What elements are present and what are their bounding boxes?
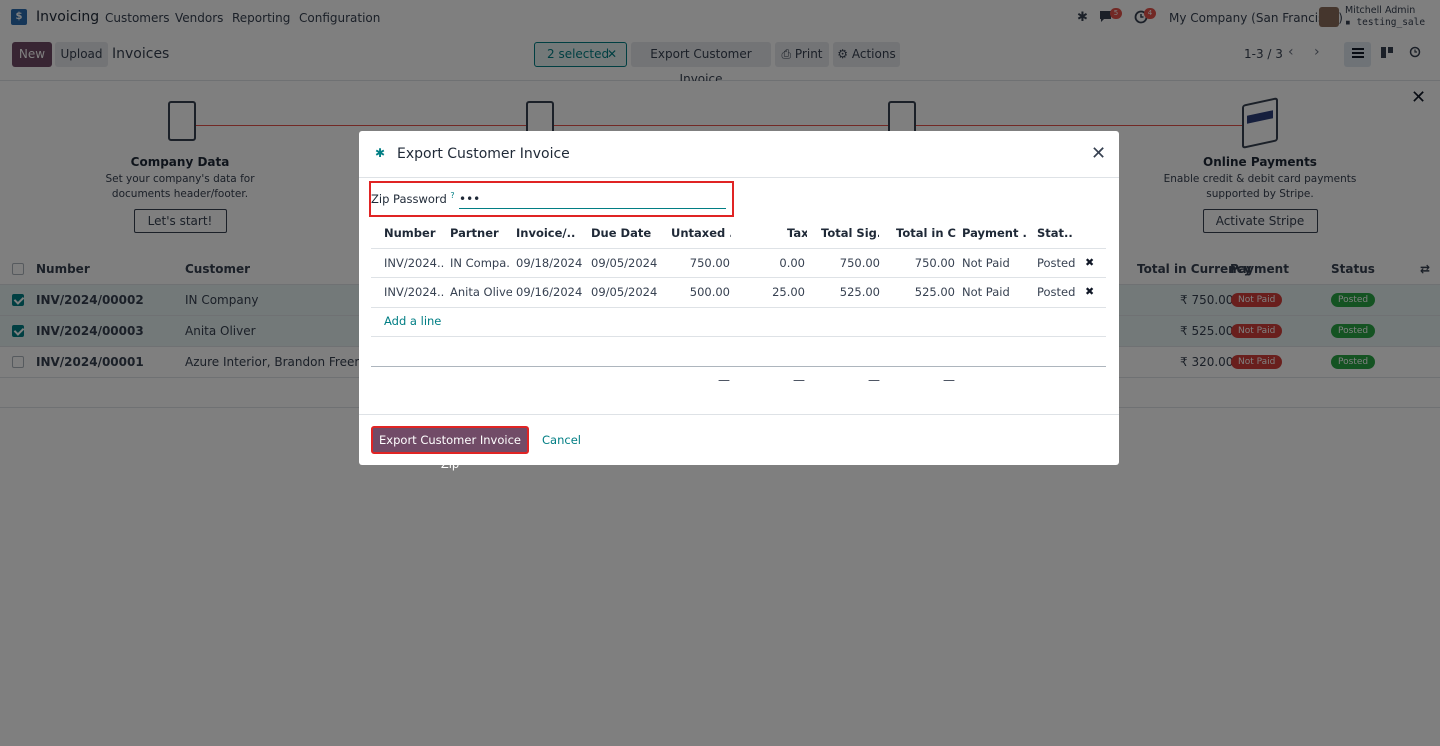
mcell-total-signed[interactable]: 750.00 — [821, 256, 880, 270]
zip-password-input[interactable] — [459, 189, 726, 209]
mcell-total-currency[interactable]: 750.00 — [896, 256, 955, 270]
mcol-number[interactable]: Number — [384, 226, 444, 240]
mcell-untaxed[interactable]: 750.00 — [671, 256, 730, 270]
dialog-header: ✱ Export Customer Invoice ✕ — [359, 131, 1119, 178]
mcol-tax[interactable]: Tax — [787, 226, 807, 240]
divider — [371, 307, 1106, 308]
mcell-total-signed[interactable]: 525.00 — [821, 285, 880, 299]
delete-row-icon[interactable]: ✖ — [1085, 256, 1094, 269]
mcell-untaxed[interactable]: 500.00 — [671, 285, 730, 299]
export-invoice-dialog: ✱ Export Customer Invoice ✕ Zip Password… — [359, 131, 1119, 471]
mcell-number[interactable]: INV/2024... — [384, 285, 444, 299]
mcol-untaxed[interactable]: Untaxed ... — [671, 226, 731, 240]
zip-password-label: Zip Password ? — [371, 191, 455, 206]
mcol-status[interactable]: Stat... — [1037, 226, 1072, 240]
close-icon[interactable]: ✕ — [1091, 143, 1106, 164]
mcell-tax[interactable]: 0.00 — [749, 256, 805, 270]
mcell-tax[interactable]: 25.00 — [749, 285, 805, 299]
total-untaxed: — — [718, 373, 730, 387]
mcol-total-currency[interactable]: Total in C... — [896, 226, 956, 240]
mcol-total-signed[interactable]: Total Sig... — [821, 226, 879, 240]
mcell-number[interactable]: INV/2024... — [384, 256, 444, 270]
mcell-payment[interactable]: Not Paid — [962, 256, 1010, 270]
total-currency: — — [943, 373, 955, 387]
totals-divider — [371, 366, 1106, 367]
mcell-partner[interactable]: Anita Oliver — [450, 285, 512, 299]
cancel-button[interactable]: Cancel — [542, 433, 581, 447]
mcol-partner[interactable]: Partner — [450, 226, 510, 240]
bug-icon: ✱ — [375, 146, 386, 160]
mcell-payment[interactable]: Not Paid — [962, 285, 1010, 299]
mcell-due-date[interactable]: 09/05/2024 — [591, 285, 657, 299]
mcell-due-date[interactable]: 09/05/2024 — [591, 256, 657, 270]
add-line-link[interactable]: Add a line — [384, 314, 441, 328]
total-tax: — — [793, 373, 805, 387]
help-icon[interactable]: ? — [450, 191, 454, 200]
mcell-total-currency[interactable]: 525.00 — [896, 285, 955, 299]
divider — [371, 336, 1106, 337]
mcell-status[interactable]: Posted — [1037, 256, 1075, 270]
export-zip-button[interactable]: Export Customer Invoice Zip — [371, 426, 529, 471]
mcell-invoice-date[interactable]: 09/16/2024 — [516, 285, 582, 299]
mcol-payment[interactable]: Payment ... — [962, 226, 1026, 240]
mcol-invoice-date[interactable]: Invoice/... — [516, 226, 576, 240]
mcell-status[interactable]: Posted — [1037, 285, 1075, 299]
zip-password-label-text: Zip Password — [371, 191, 447, 206]
delete-row-icon[interactable]: ✖ — [1085, 285, 1094, 298]
mcol-due-date[interactable]: Due Date — [591, 226, 661, 240]
mcell-partner[interactable]: IN Compa... — [450, 256, 510, 270]
divider — [371, 248, 1106, 249]
dialog-title: Export Customer Invoice — [397, 146, 570, 162]
divider — [371, 277, 1106, 278]
total-signed: — — [868, 373, 880, 387]
mcell-invoice-date[interactable]: 09/18/2024 — [516, 256, 582, 270]
